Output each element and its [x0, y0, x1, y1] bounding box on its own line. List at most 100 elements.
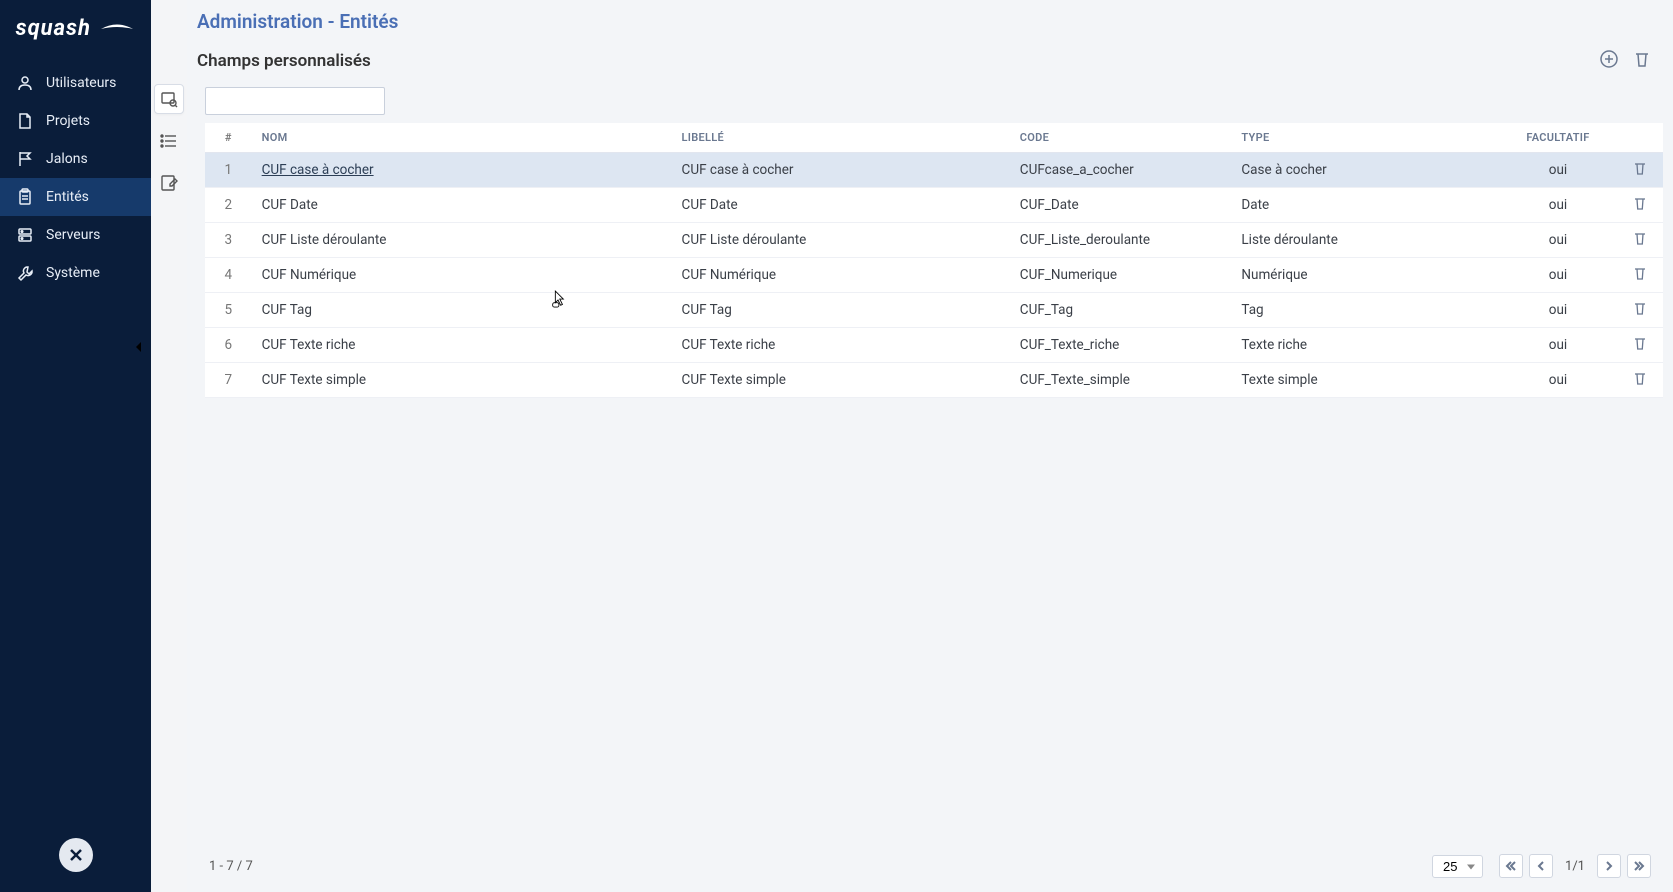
row-facultatif: oui [1500, 293, 1617, 328]
result-range: 1 - 7 / 7 [209, 859, 253, 874]
delete-row-button[interactable] [1633, 335, 1647, 351]
row-libelle: CUF Liste déroulante [672, 223, 1010, 258]
table-row[interactable]: 1CUF case à cocherCUF case à cocherCUFca… [205, 153, 1663, 188]
table-row[interactable]: 6CUF Texte richeCUF Texte richeCUF_Texte… [205, 328, 1663, 363]
prev-page-button[interactable] [1529, 854, 1553, 878]
custom-fields-table: # NOM LIBELLÉ CODE TYPE FACULTATIF 1 CUF … [205, 123, 1663, 398]
sidebar-item-label: Projets [46, 113, 90, 129]
row-facultatif: oui [1500, 223, 1617, 258]
row-name-link[interactable]: CUF Texte riche [262, 337, 356, 353]
row-num: 5 [205, 293, 252, 328]
table-row[interactable]: 3 CUF Liste déroulante CUF Liste déroulant… [205, 223, 1663, 258]
delete-row-button[interactable] [1633, 300, 1647, 316]
row-num: 1 [205, 153, 252, 188]
page-size-select[interactable]: 25 [1432, 855, 1483, 878]
table-row[interactable]: 7CUF Texte simpleCUF Texte simpleCUF_Tex… [205, 363, 1663, 398]
row-num: 2 [205, 188, 252, 223]
sidebar-item-jalons[interactable]: Jalons [0, 140, 151, 178]
server-icon [16, 226, 34, 244]
delete-row-button[interactable] [1633, 230, 1647, 246]
app-logo: squash [0, 0, 151, 56]
search-box[interactable] [205, 87, 385, 115]
row-num: 7 [205, 363, 252, 398]
row-facultatif: oui [1500, 363, 1617, 398]
rail-item-search[interactable] [154, 84, 184, 114]
row-type: Numérique [1231, 258, 1499, 293]
col-header-libelle[interactable]: LIBELLÉ [672, 123, 1010, 153]
col-header-type[interactable]: TYPE [1231, 123, 1499, 153]
col-header-num[interactable]: # [205, 123, 252, 153]
workspace-rail [151, 0, 187, 892]
rail-item-list[interactable] [154, 126, 184, 156]
first-page-button[interactable] [1499, 854, 1523, 878]
add-button[interactable] [1599, 49, 1619, 73]
sidebar-item-label: Entités [46, 189, 89, 205]
page-title: Administration - Entités [197, 10, 1651, 33]
row-code: CUF_Tag [1010, 293, 1232, 328]
row-code: CUFcase_a_cocher [1010, 153, 1232, 188]
row-type: Texte simple [1231, 363, 1499, 398]
delete-all-button[interactable] [1633, 49, 1651, 73]
col-header-code[interactable]: CODE [1010, 123, 1232, 153]
row-type: Tag [1231, 293, 1499, 328]
main-content: Administration - Entités Champs personna… [187, 0, 1673, 892]
delete-row-button[interactable] [1633, 370, 1647, 386]
sidebar-item-label: Jalons [46, 151, 88, 167]
row-num: 6 [205, 328, 252, 363]
row-code: CUF_Date [1010, 188, 1232, 223]
row-type: Texte riche [1231, 328, 1499, 363]
row-facultatif: oui [1500, 153, 1617, 188]
col-header-facultatif[interactable]: FACULTATIF [1500, 123, 1617, 153]
row-name-link[interactable]: CUF Texte simple [262, 372, 366, 388]
sidebar-item-label: Serveurs [46, 227, 100, 243]
sidebar-item-serveurs[interactable]: Serveurs [0, 216, 151, 254]
sidebar-item-projets[interactable]: Projets [0, 102, 151, 140]
row-facultatif: oui [1500, 258, 1617, 293]
row-libelle: CUF case à cocher [672, 153, 1010, 188]
user-icon [16, 74, 34, 92]
row-name-link[interactable]: CUF Tag [262, 302, 312, 318]
row-libelle: CUF Texte riche [672, 328, 1010, 363]
file-icon [16, 112, 34, 130]
table-footer: 1 - 7 / 7 25 1/1 [187, 844, 1673, 892]
row-code: CUF_Texte_simple [1010, 363, 1232, 398]
row-facultatif: oui [1500, 328, 1617, 363]
row-type: Date [1231, 188, 1499, 223]
table-row[interactable]: 4CUF NumériqueCUF NumériqueCUF_Numerique… [205, 258, 1663, 293]
logo-text: squash [16, 16, 136, 41]
row-name-link[interactable]: CUF Numérique [262, 267, 357, 283]
next-page-button[interactable] [1597, 854, 1621, 878]
last-page-button[interactable] [1627, 854, 1651, 878]
sidebar-item-label: Système [46, 265, 100, 281]
page-count: 1/1 [1559, 859, 1591, 874]
row-libelle: CUF Tag [672, 293, 1010, 328]
search-input[interactable] [212, 94, 388, 109]
delete-row-button[interactable] [1633, 265, 1647, 281]
sidebar-item-utilisateurs[interactable]: Utilisateurs [0, 64, 151, 102]
row-libelle: CUF Numérique [672, 258, 1010, 293]
table-row[interactable]: 2CUF DateCUF DateCUF_DateDateoui [205, 188, 1663, 223]
row-code: CUF_Liste_deroulante [1010, 223, 1232, 258]
row-code: CUF_Texte_riche [1010, 328, 1232, 363]
row-libelle: CUF Texte simple [672, 363, 1010, 398]
wrench-icon [16, 264, 34, 282]
row-name-link[interactable]: CUF case à cocher [262, 162, 374, 178]
sidebar-item-entités[interactable]: Entités [0, 178, 151, 216]
row-name-link[interactable]: CUF Liste déroulante [262, 232, 387, 248]
clipboard-icon [16, 188, 34, 206]
row-type: Case à cocher [1231, 153, 1499, 188]
delete-row-button[interactable] [1633, 160, 1647, 176]
table-row[interactable]: 5CUF TagCUF TagCUF_TagTagoui [205, 293, 1663, 328]
row-name-link[interactable]: CUF Date [262, 197, 318, 213]
rail-item-edit[interactable] [154, 168, 184, 198]
row-num: 3 [205, 223, 252, 258]
sidebar-item-système[interactable]: Système [0, 254, 151, 292]
col-header-nom[interactable]: NOM [252, 123, 672, 153]
row-code: CUF_Numerique [1010, 258, 1232, 293]
main-sidebar: squash Utilisateurs Projets Jalons Entités S… [0, 0, 151, 892]
delete-row-button[interactable] [1633, 195, 1647, 211]
row-type: Liste déroulante [1231, 223, 1499, 258]
close-admin-button[interactable] [59, 838, 93, 872]
row-num: 4 [205, 258, 252, 293]
collapse-sidebar-button[interactable] [133, 338, 145, 357]
